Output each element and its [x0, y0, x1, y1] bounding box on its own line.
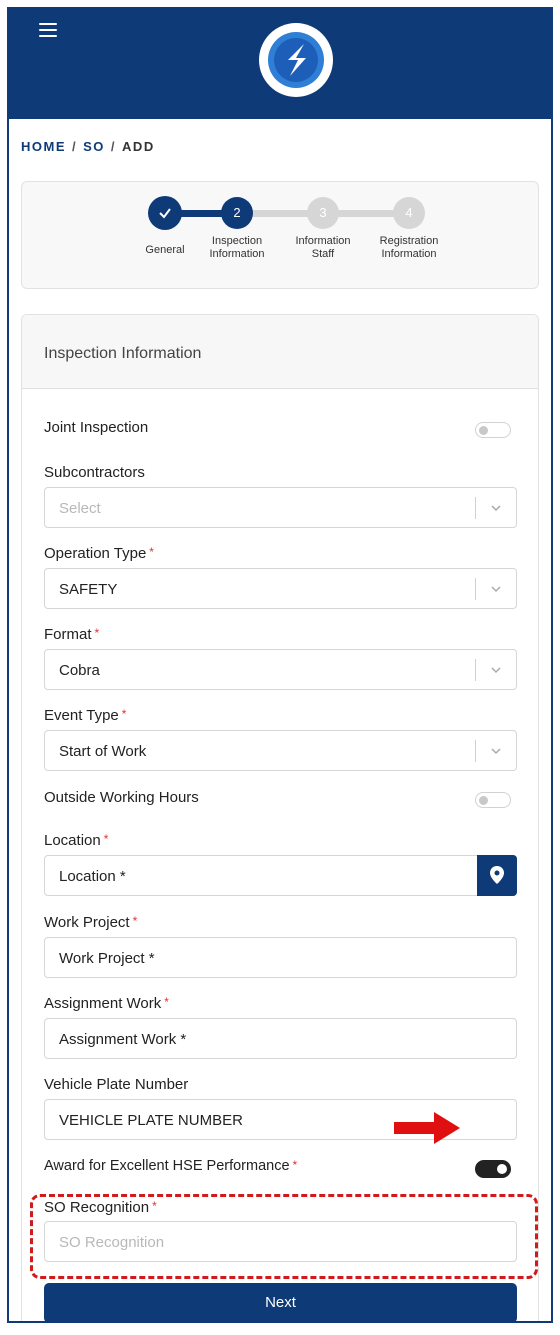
app-frame: HOME / SO / ADD 2 3 4 General Inspection Info…	[7, 7, 553, 1323]
outside-working-hours-toggle[interactable]	[475, 792, 511, 808]
event-type-value: Start of Work	[59, 743, 147, 760]
location-label: Location *	[44, 832, 109, 849]
step-1-label: General	[145, 244, 185, 256]
award-toggle[interactable]	[475, 1160, 511, 1178]
step-4-circle[interactable]: 4	[393, 197, 425, 229]
hamburger-menu-icon[interactable]	[39, 23, 57, 39]
next-button[interactable]: Next	[44, 1283, 517, 1321]
subcontractors-select[interactable]: Select	[44, 487, 517, 528]
operation-type-value: SAFETY	[59, 581, 118, 598]
location-value: Location *	[59, 868, 126, 885]
checkmark-icon	[159, 208, 171, 219]
location-input[interactable]: Location *	[44, 855, 517, 896]
app-logo	[259, 23, 333, 97]
top-bar	[9, 9, 551, 119]
chevron-down-icon	[491, 667, 501, 674]
format-label: Format *	[44, 626, 100, 643]
format-select[interactable]: Cobra	[44, 649, 517, 690]
chevron-down-icon	[491, 505, 501, 512]
chevron-down-icon	[491, 748, 501, 755]
joint-inspection-label: Joint Inspection	[44, 419, 149, 436]
step-4-label: Registration Information	[379, 235, 439, 260]
step-4-number: 4	[405, 205, 413, 220]
stepper: 2 3 4 General Inspection Information Info…	[21, 181, 539, 289]
joint-inspection-toggle[interactable]	[475, 422, 511, 438]
subcontractors-label: Subcontractors	[44, 464, 145, 481]
map-pin-icon	[490, 866, 504, 884]
breadcrumb-current: ADD	[122, 139, 155, 154]
event-type-select[interactable]: Start of Work	[44, 730, 517, 771]
location-picker-button[interactable]	[477, 855, 517, 896]
inspection-form-card: Inspection Information Joint Inspection …	[21, 314, 539, 1321]
breadcrumb-separator: /	[72, 139, 78, 154]
breadcrumb: HOME / SO / ADD	[21, 139, 155, 154]
breadcrumb-home[interactable]: HOME	[21, 139, 66, 154]
red-arrow-annotation	[394, 1112, 460, 1144]
step-2-circle[interactable]: 2	[221, 197, 253, 229]
format-value: Cobra	[59, 662, 100, 679]
operation-type-label: Operation Type *	[44, 545, 154, 562]
step-2-number: 2	[233, 205, 241, 220]
work-project-label: Work Project *	[44, 914, 138, 931]
step-2-label: Inspection Information	[209, 235, 265, 260]
assignment-work-label: Assignment Work *	[44, 995, 169, 1012]
step-3-label: Information Staff	[295, 235, 351, 260]
highlight-annotation-box	[30, 1194, 538, 1279]
vehicle-plate-value: VEHICLE PLATE NUMBER	[59, 1112, 243, 1129]
work-project-value: Work Project *	[59, 950, 155, 967]
step-3-circle[interactable]: 3	[307, 197, 339, 229]
section-title: Inspection Information	[44, 345, 202, 362]
step-1-circle[interactable]	[148, 196, 182, 230]
vehicle-plate-label: Vehicle Plate Number	[44, 1076, 189, 1093]
breadcrumb-separator: /	[110, 139, 117, 154]
subcontractors-placeholder: Select	[59, 500, 101, 517]
breadcrumb-so[interactable]: SO	[83, 139, 105, 154]
operation-type-select[interactable]: SAFETY	[44, 568, 517, 609]
award-label: Award for Excellent HSE Performance *	[44, 1158, 298, 1174]
assignment-work-value: Assignment Work *	[59, 1031, 187, 1048]
form-section-header: Inspection Information	[22, 315, 538, 389]
assignment-work-input[interactable]: Assignment Work *	[44, 1018, 517, 1059]
outside-working-hours-label: Outside Working Hours	[44, 789, 199, 806]
chevron-down-icon	[491, 586, 501, 593]
step-3-number: 3	[319, 205, 327, 220]
event-type-label: Event Type *	[44, 707, 127, 724]
work-project-input[interactable]: Work Project *	[44, 937, 517, 978]
